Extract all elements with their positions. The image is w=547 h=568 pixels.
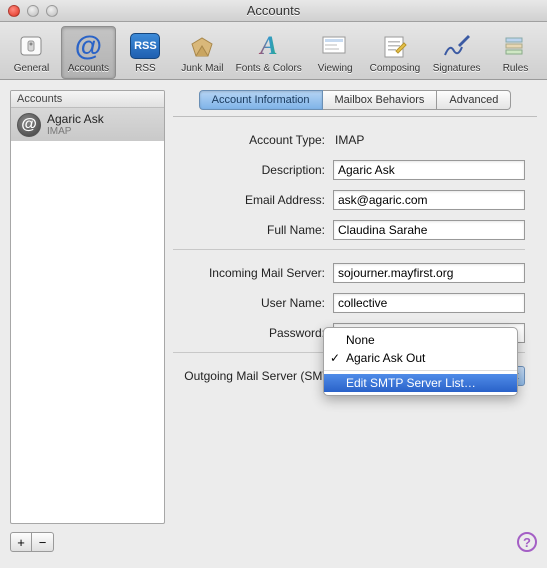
smtp-dropdown-menu: None ✓ Agaric Ask Out Edit SMTP Server L… (323, 327, 518, 396)
toolbar-general-label: General (14, 63, 50, 74)
toolbar-rss-label: RSS (135, 63, 156, 74)
sidebar-header: Accounts (11, 91, 164, 108)
at-icon: @ (17, 113, 41, 137)
incoming-input[interactable] (333, 263, 525, 283)
add-remove-controls: + − (10, 532, 54, 552)
description-label: Description: (173, 163, 333, 177)
menu-item-selected[interactable]: ✓ Agaric Ask Out (324, 349, 517, 367)
password-label: Password: (173, 326, 333, 340)
add-button[interactable]: + (10, 532, 32, 552)
tab-advanced[interactable]: Advanced (437, 90, 511, 110)
toolbar-junk[interactable]: Junk Mail (175, 26, 230, 79)
toolbar-composing[interactable]: Composing (365, 26, 426, 79)
signatures-icon (441, 30, 473, 62)
toolbar-general[interactable]: General (4, 26, 59, 79)
email-input[interactable] (333, 190, 525, 210)
account-type-value: IMAP (333, 133, 525, 147)
at-icon: @ (72, 30, 104, 62)
tab-segment: Account Information Mailbox Behaviors Ad… (199, 90, 512, 110)
titlebar: Accounts (0, 0, 547, 22)
composing-icon (379, 30, 411, 62)
separator (173, 249, 525, 250)
tab-account-information[interactable]: Account Information (199, 90, 323, 110)
description-input[interactable] (333, 160, 525, 180)
rules-icon (499, 30, 531, 62)
bottom-bar: + − ? (0, 528, 547, 562)
content: Accounts @ Agaric Ask IMAP Account Infor… (0, 80, 547, 528)
menu-item-edit-smtp[interactable]: Edit SMTP Server List… (324, 374, 517, 392)
account-name: Agaric Ask (47, 112, 104, 126)
fullname-label: Full Name: (173, 223, 333, 237)
incoming-label: Incoming Mail Server: (173, 266, 333, 280)
toolbar-composing-label: Composing (370, 63, 421, 74)
toolbar: General @ Accounts RSS RSS Junk Mail A F… (0, 22, 547, 80)
menu-item-label: None (346, 333, 375, 347)
help-button[interactable]: ? (517, 532, 537, 552)
toolbar-fonts[interactable]: A Fonts & Colors (232, 26, 306, 79)
rss-icon: RSS (129, 30, 161, 62)
toolbar-signatures[interactable]: Signatures (427, 26, 486, 79)
menu-item-label: Edit SMTP Server List… (346, 376, 476, 390)
sidebar-account-row[interactable]: @ Agaric Ask IMAP (11, 108, 164, 141)
switch-icon (15, 30, 47, 62)
toolbar-viewing-label: Viewing (318, 63, 353, 74)
toolbar-fonts-label: Fonts & Colors (236, 63, 302, 74)
toolbar-viewing[interactable]: Viewing (308, 26, 363, 79)
toolbar-rss[interactable]: RSS RSS (118, 26, 173, 79)
remove-button[interactable]: − (32, 532, 54, 552)
toolbar-rules[interactable]: Rules (488, 26, 543, 79)
toolbar-junk-label: Junk Mail (181, 63, 223, 74)
menu-item-label: Agaric Ask Out (346, 351, 425, 365)
fonts-icon: A (253, 30, 285, 62)
menu-separator (324, 370, 517, 371)
checkmark-icon: ✓ (330, 351, 340, 365)
email-label: Email Address: (173, 193, 333, 207)
toolbar-rules-label: Rules (503, 63, 529, 74)
user-label: User Name: (173, 296, 333, 310)
account-type-label: Account Type: (173, 133, 333, 147)
window-title: Accounts (0, 3, 547, 18)
toolbar-accounts-label: Accounts (68, 63, 109, 74)
junk-icon (186, 30, 218, 62)
account-proto: IMAP (47, 126, 104, 137)
fullname-input[interactable] (333, 220, 525, 240)
menu-item-none[interactable]: None (324, 331, 517, 349)
viewing-icon (319, 30, 351, 62)
tab-mailbox-behaviors[interactable]: Mailbox Behaviors (323, 90, 438, 110)
accounts-sidebar: Accounts @ Agaric Ask IMAP (10, 90, 165, 524)
user-input[interactable] (333, 293, 525, 313)
main-pane: Account Information Mailbox Behaviors Ad… (173, 90, 537, 524)
toolbar-signatures-label: Signatures (433, 63, 481, 74)
toolbar-accounts[interactable]: @ Accounts (61, 26, 116, 79)
